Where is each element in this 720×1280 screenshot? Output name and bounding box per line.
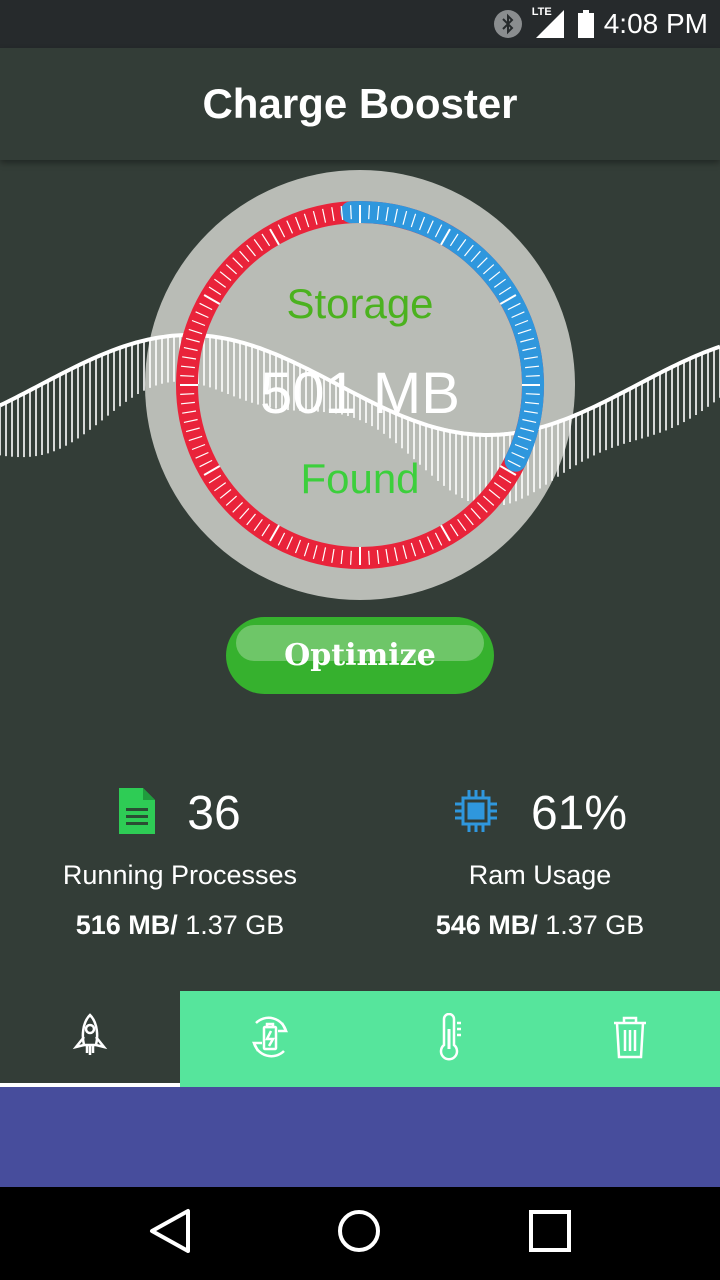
back-button[interactable] [110, 1187, 230, 1280]
tab-temperature[interactable] [360, 991, 540, 1087]
ram-total: 1.37 GB [537, 910, 645, 940]
document-icon [119, 787, 156, 839]
gauge-tick [368, 205, 370, 220]
recents-icon [528, 1209, 572, 1258]
status-time: 4:08 PM [603, 8, 708, 39]
gauge-value-label: 501 MB [260, 361, 460, 426]
recents-button[interactable] [490, 1187, 610, 1280]
ram-memory: 546 MB/ 1.37 GB [360, 910, 720, 941]
gauge-tick [350, 205, 352, 220]
lte-signal-icon: LTE [531, 6, 568, 40]
processes-total: 1.37 GB [177, 910, 285, 940]
gauge-tick [368, 550, 370, 565]
ram-used: 546 MB/ [435, 910, 538, 940]
running-processes-stat: 36 Running Processes 516 MB/ 1.37 GB [0, 780, 360, 960]
storage-gauge: Storage 501 MB Found [0, 160, 720, 620]
processes-used: 516 MB/ [75, 910, 178, 940]
lte-label: LTE [531, 6, 552, 18]
battery-icon [577, 10, 594, 38]
bluetooth-icon [493, 10, 522, 38]
home-button[interactable] [299, 1187, 419, 1280]
tab-cleaner[interactable] [540, 991, 720, 1087]
ram-usage-stat: 61% Ram Usage 546 MB/ 1.37 GB [360, 780, 720, 960]
gauge-bottom-label: Found [300, 455, 420, 502]
processes-memory: 516 MB/ 1.37 GB [0, 910, 360, 941]
back-icon [148, 1207, 192, 1260]
page-title: Charge Booster [202, 80, 518, 127]
gauge-tick [350, 550, 352, 565]
rocket-icon [72, 1012, 108, 1062]
optimize-button[interactable]: Optimize [226, 617, 494, 694]
trash-icon [612, 1015, 648, 1064]
banner-area [0, 1087, 720, 1187]
status-bar: LTE 4:08 PM [0, 0, 720, 48]
thermometer-icon [435, 1012, 465, 1066]
tab-battery[interactable] [180, 991, 360, 1087]
battery-refresh-icon [246, 1013, 294, 1066]
bottom-tab-bar [0, 991, 720, 1087]
app-bar: Charge Booster [0, 48, 720, 160]
home-icon [336, 1208, 382, 1259]
ram-percent: 61% [530, 786, 628, 840]
optimize-label: Optimize [284, 638, 436, 673]
gauge-top-label: Storage [286, 280, 434, 327]
system-nav-bar [0, 1187, 720, 1280]
processes-count: 36 [187, 786, 241, 840]
tab-boost[interactable] [0, 991, 180, 1087]
cpu-chip-icon [453, 788, 499, 839]
ram-label: Ram Usage [468, 860, 612, 890]
processes-label: Running Processes [62, 860, 298, 890]
